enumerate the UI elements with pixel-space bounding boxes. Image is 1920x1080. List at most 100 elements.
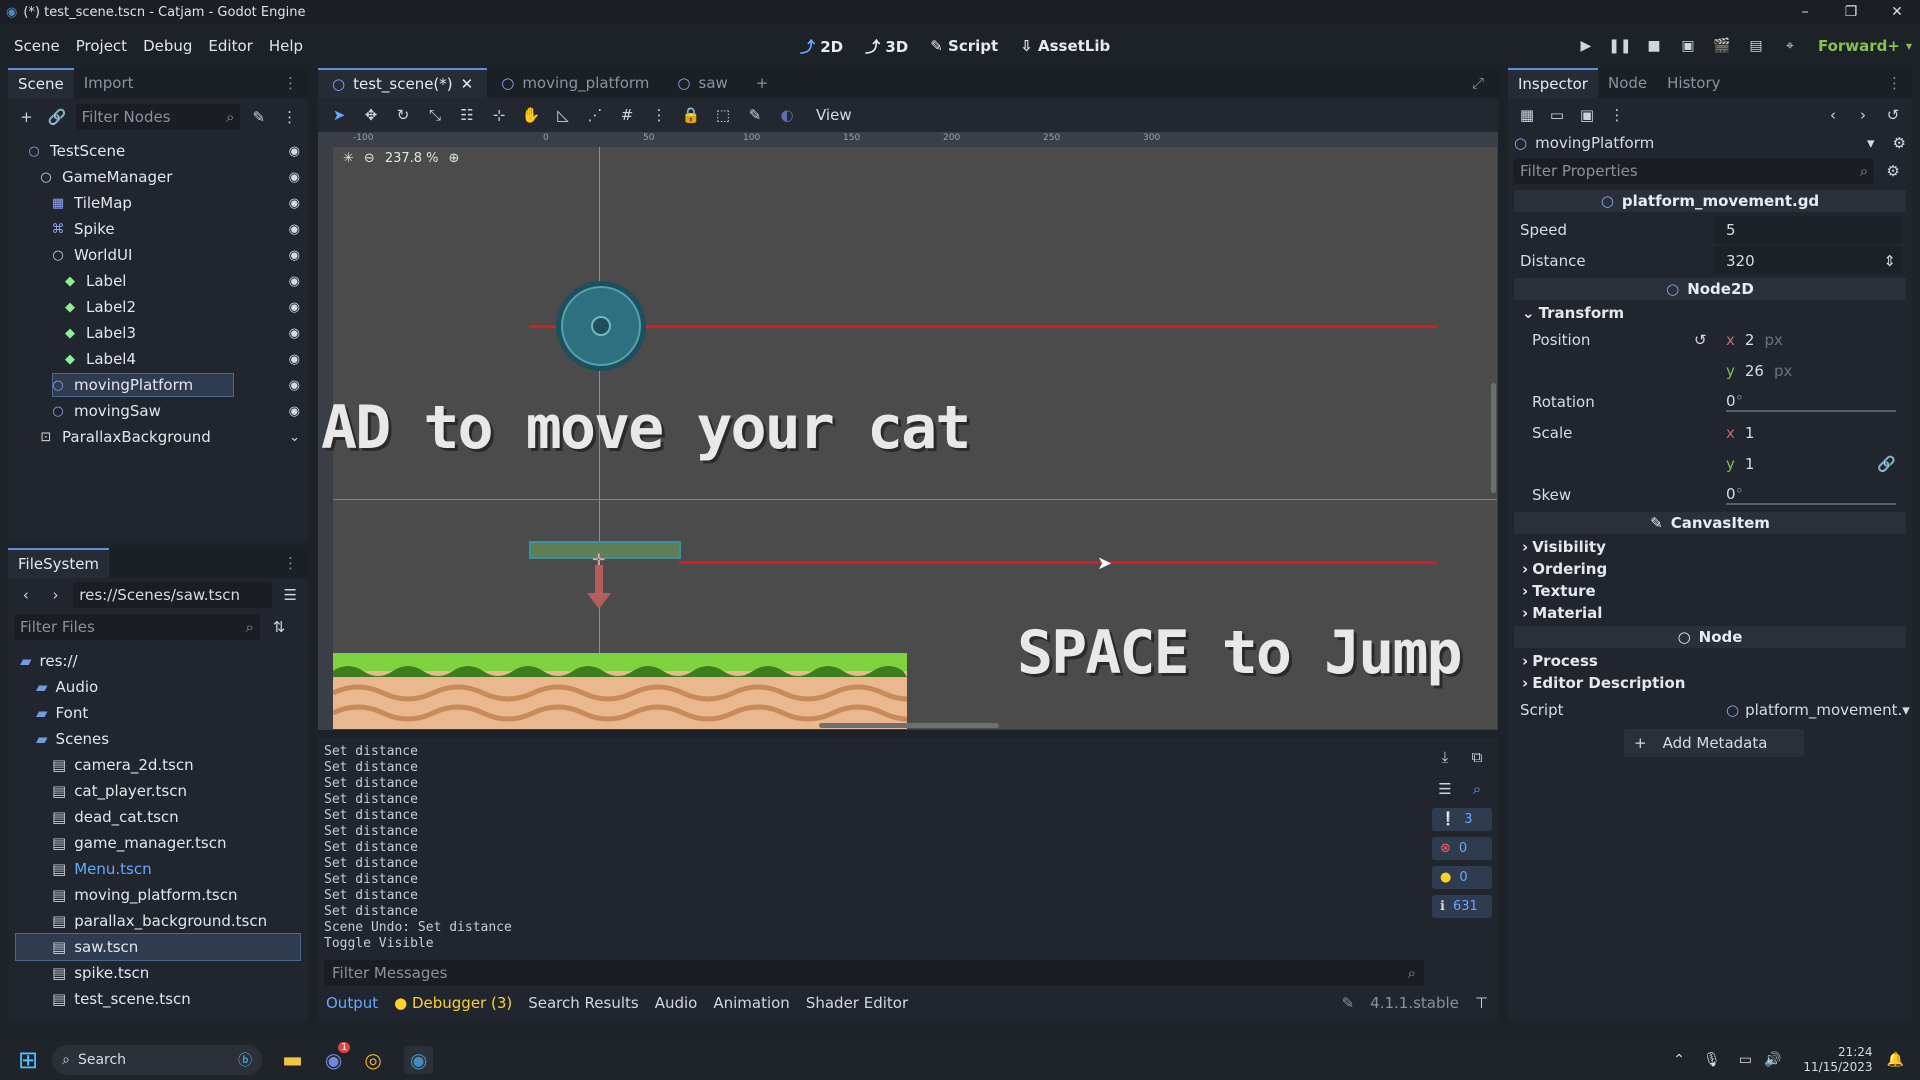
list-select-icon[interactable]: ☷ (454, 102, 480, 128)
message-count-toggle[interactable]: ❕ 3 (1432, 808, 1492, 831)
scene-tree-node[interactable]: ◆ Label4 ◉ (8, 346, 308, 372)
tab-audio[interactable]: Audio (655, 994, 698, 1012)
workspace-assetlib-button[interactable]: ⇩ AssetLib (1020, 37, 1110, 55)
maximize-button[interactable]: ❐ (1828, 0, 1874, 24)
close-window-button[interactable]: ✕ (1874, 0, 1920, 24)
scene-tree-node[interactable]: ○ movingSaw ◉ (8, 398, 308, 424)
notification-bell-icon[interactable]: 🔔 (1887, 1052, 1904, 1068)
visibility-group[interactable]: › Visibility (1514, 536, 1906, 558)
position-x-field[interactable]: x 2 px (1714, 326, 1902, 353)
file-item[interactable]: ▤ parallax_background.tscn (16, 908, 300, 934)
workspace-script-button[interactable]: ✎ Script (930, 37, 998, 55)
tab-output[interactable]: Output (326, 994, 378, 1012)
ground-tiles[interactable] (333, 653, 907, 729)
reset-icon[interactable]: ↺ (1694, 331, 1707, 349)
folder-item[interactable]: ▰ Audio (16, 674, 300, 700)
eye-icon[interactable]: ◉ (289, 196, 300, 211)
file-item[interactable]: ▤ Menu.tscn (16, 856, 300, 882)
center-view-icon[interactable]: ✳ (343, 151, 354, 166)
menu-project[interactable]: Project (68, 37, 135, 55)
snap-options-icon[interactable]: ⋮ (646, 102, 672, 128)
back-icon[interactable]: ‹ (14, 582, 38, 608)
save-resource-icon[interactable]: ▣ (1574, 102, 1600, 128)
canvas-viewport[interactable]: -100 0 50 100 150 200 250 300 ✳ ⊖ 237.8 % ⊕ AD … (318, 132, 1498, 730)
zoom-in-icon[interactable]: ⊕ (449, 151, 460, 166)
file-item[interactable]: ▤ cat_player.tscn (16, 778, 300, 804)
script-section-header[interactable]: ○ platform_movement.gd (1514, 190, 1906, 212)
add-tab-button[interactable]: + (742, 68, 783, 98)
jump-instructions-label[interactable]: SPACE to Jump (1017, 618, 1463, 688)
lock-icon[interactable]: 🔒 (678, 102, 704, 128)
eye-icon[interactable]: ◉ (289, 352, 300, 367)
eye-icon[interactable]: ◉ (289, 326, 300, 341)
add-metadata-button[interactable]: + Add Metadata (1624, 729, 1804, 757)
speed-field[interactable]: 5 (1714, 216, 1902, 243)
rotation-slider[interactable]: 0° (1714, 388, 1902, 415)
filter-properties-input[interactable]: Filter Properties ⌕ (1514, 158, 1875, 184)
search-icon[interactable]: ⌕ (1464, 776, 1490, 802)
dock-menu-icon[interactable]: ⋮ (273, 548, 308, 578)
skew-slider[interactable]: 0° (1714, 481, 1902, 508)
scene-tree-node[interactable]: ⌘ Spike ◉ (8, 216, 308, 242)
script-field[interactable]: ○ platform_movement. ▾ (1714, 696, 1910, 723)
tab-inspector[interactable]: Inspector (1508, 68, 1598, 98)
folder-item[interactable]: ▰ res:// (16, 648, 300, 674)
remote-debug-icon[interactable]: ▣ (1674, 38, 1702, 54)
view-menu[interactable]: View (816, 106, 852, 124)
tab-debugger[interactable]: ● Debugger (3) (394, 994, 512, 1012)
gizmo-arrow-down[interactable] (595, 565, 603, 595)
grid-snap-icon[interactable]: # (614, 102, 640, 128)
tab-node[interactable]: Node (1598, 68, 1657, 98)
tab-test-scene[interactable]: ○ test_scene(*) ✕ (318, 68, 488, 98)
eye-icon[interactable]: ◉ (289, 170, 300, 185)
move-instructions-label[interactable]: AD to move your cat (321, 393, 971, 463)
godot-taskbar-icon[interactable]: ◉ (403, 1046, 434, 1074)
zoom-level[interactable]: 237.8 % (385, 151, 439, 166)
file-item[interactable]: ▤ saw.tscn (15, 933, 301, 961)
tab-import[interactable]: Import (74, 68, 144, 98)
scene-tree-node[interactable]: ▦ TileMap ◉ (8, 190, 308, 216)
pause-icon[interactable]: ❚❚ (1606, 38, 1634, 54)
network-icon[interactable]: ▭ (1739, 1052, 1752, 1068)
file-item[interactable]: ▤ test_scene.tscn (16, 986, 300, 1012)
select-tool-icon[interactable]: ➤ (326, 102, 352, 128)
error-count-toggle[interactable]: ⊗ 0 (1432, 837, 1492, 860)
bone-icon[interactable]: ✎ (742, 102, 768, 128)
play-scene-icon[interactable]: 🎬 (1708, 38, 1736, 54)
process-group[interactable]: › Process (1514, 650, 1906, 672)
tab-shader-editor[interactable]: Shader Editor (806, 994, 908, 1012)
clear-output-icon[interactable]: ⤓ (1432, 744, 1458, 770)
eye-icon[interactable]: ◉ (289, 144, 300, 159)
tab-scene[interactable]: Scene (8, 68, 74, 98)
node2d-section-header[interactable]: ○ Node2D (1514, 278, 1906, 300)
scale-tool-icon[interactable]: ⤡ (422, 102, 448, 128)
scene-tree-node[interactable]: ○ movingPlatform ◉ (8, 372, 308, 398)
dock-menu-icon[interactable]: ⋮ (273, 68, 308, 98)
warning-count-toggle[interactable]: ● 0 (1432, 866, 1492, 889)
copy-output-icon[interactable]: ⧉ (1464, 744, 1490, 770)
add-node-icon[interactable]: + (14, 104, 39, 130)
tab-history[interactable]: History (1657, 68, 1730, 98)
node-section-header[interactable]: ○ Node (1514, 626, 1906, 648)
more-icon[interactable]: ⋮ (1604, 102, 1630, 128)
folder-item[interactable]: ▰ Scenes (16, 726, 300, 752)
rotate-tool-icon[interactable]: ↻ (390, 102, 416, 128)
filter-messages-input[interactable]: Filter Messages ⌕ (324, 960, 1424, 986)
windows-start-icon[interactable]: ⊞ (18, 1046, 38, 1074)
pivot-tool-icon[interactable]: ⊹ (486, 102, 512, 128)
menu-scene[interactable]: Scene (6, 37, 68, 55)
chrome-icon[interactable]: ◎ (364, 1048, 381, 1072)
horizontal-scrollbar[interactable] (819, 723, 999, 728)
texture-group[interactable]: › Texture (1514, 580, 1906, 602)
stop-icon[interactable]: ■ (1640, 38, 1668, 54)
sort-icon[interactable]: ⇅ (266, 614, 292, 640)
move-tool-icon[interactable]: ✥ (358, 102, 384, 128)
scene-tree-node[interactable]: ○ TestScene ◉ (8, 138, 308, 164)
smart-snap-icon[interactable]: ⋰ (582, 102, 608, 128)
pin-panel-icon[interactable]: ⊤ (1475, 994, 1488, 1012)
path-field[interactable]: res://Scenes/saw.tscn (73, 582, 273, 608)
pan-tool-icon[interactable]: ✋ (518, 102, 544, 128)
tab-filesystem[interactable]: FileSystem (8, 548, 110, 578)
menu-editor[interactable]: Editor (200, 37, 260, 55)
script-attach-icon[interactable]: ✎ (246, 104, 271, 130)
